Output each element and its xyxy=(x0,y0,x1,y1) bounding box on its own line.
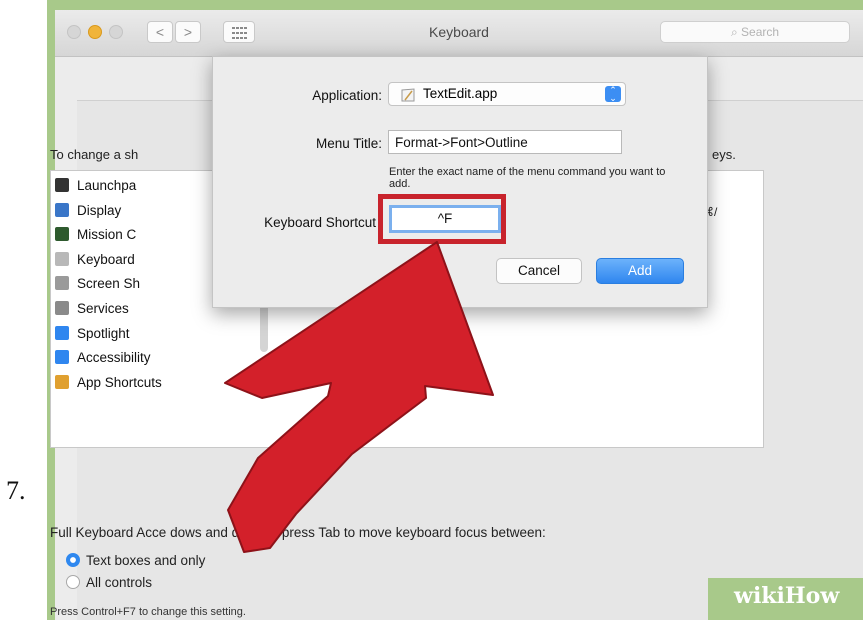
pointer-arrow xyxy=(224,241,494,553)
watermark-text: wikiHow xyxy=(734,583,840,609)
wikihow-watermark: wikiHow xyxy=(708,578,863,620)
